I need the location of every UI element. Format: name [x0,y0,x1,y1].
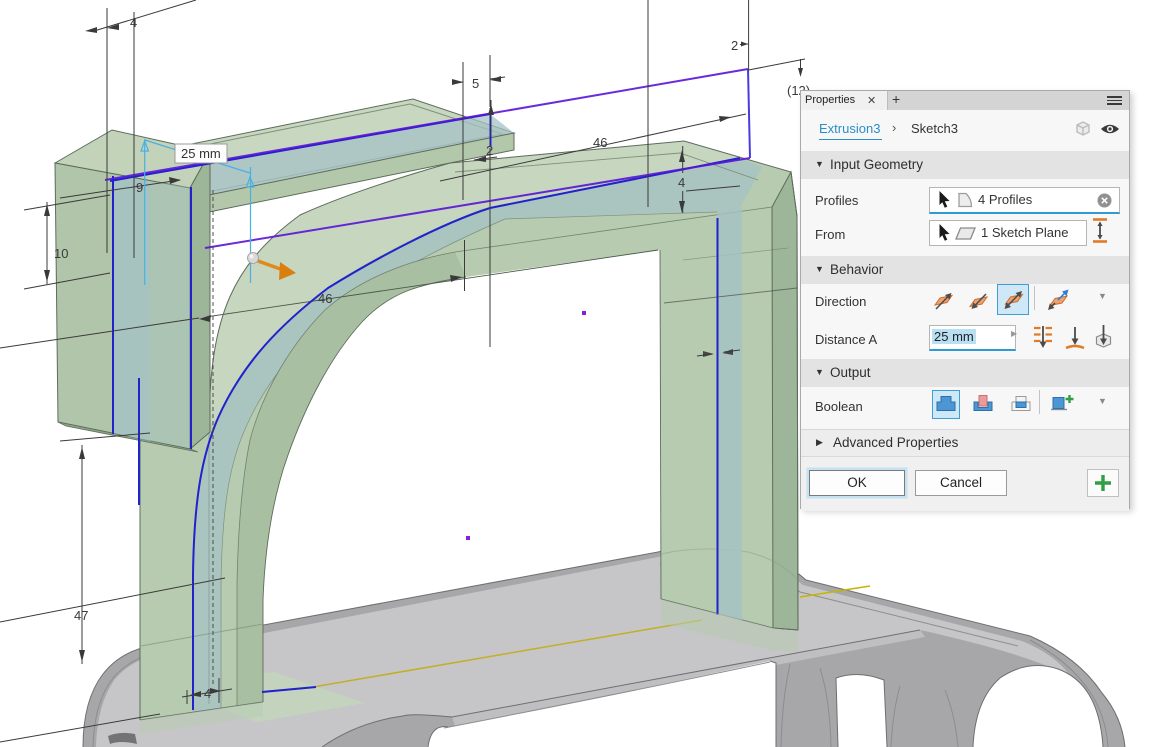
svg-text:25 mm: 25 mm [181,146,221,161]
svg-text:9: 9 [136,180,143,195]
svg-text:47: 47 [74,608,88,623]
svg-text:4: 4 [678,175,685,190]
svg-text:4: 4 [204,686,211,701]
svg-text:2: 2 [486,143,493,158]
svg-text:10: 10 [54,246,68,261]
svg-text:5: 5 [472,76,479,91]
svg-text:46: 46 [318,291,332,306]
svg-text:2: 2 [731,38,738,53]
svg-text:4: 4 [130,15,137,30]
svg-text:46: 46 [593,135,607,150]
